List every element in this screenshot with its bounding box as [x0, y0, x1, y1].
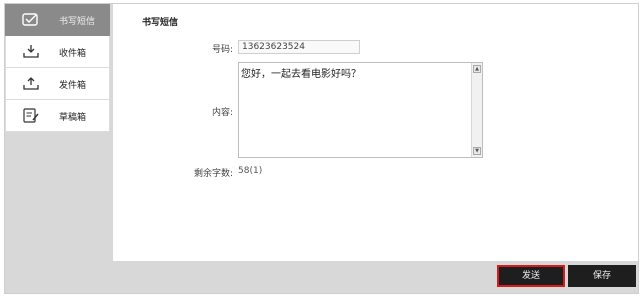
outbox-icon — [23, 77, 39, 90]
sidebar: 书写短信 收件箱 发件箱 草稿箱 — [5, 4, 110, 132]
inbox-icon — [23, 45, 39, 58]
page-title: 书写短信 — [142, 18, 179, 28]
sidebar-item-drafts[interactable]: 草稿箱 — [5, 100, 110, 132]
content-label: 内容: — [211, 108, 233, 118]
sidebar-item-label: 书写短信 — [59, 17, 96, 27]
remaining-label: 剩余字数: — [193, 169, 233, 179]
drafts-icon — [23, 108, 39, 123]
save-button[interactable]: 保存 — [568, 265, 636, 287]
sidebar-item-inbox[interactable]: 收件箱 — [5, 36, 110, 68]
scroll-up-icon[interactable]: ▲ — [473, 65, 481, 73]
sidebar-item-label: 草稿箱 — [59, 113, 87, 123]
sidebar-item-outbox[interactable]: 发件箱 — [5, 68, 110, 100]
scrollbar[interactable]: ▲ ▼ — [471, 63, 482, 157]
number-input[interactable]: 13623623524 — [238, 40, 360, 54]
content-textarea[interactable]: 您好，一起去看电影好吗？ ▲ ▼ — [238, 62, 483, 158]
content-text: 您好，一起去看电影好吗？ — [241, 69, 361, 80]
send-button[interactable]: 发送 — [497, 265, 565, 287]
sidebar-item-label: 收件箱 — [59, 49, 87, 59]
scroll-down-icon[interactable]: ▼ — [473, 147, 481, 155]
number-label: 号码: — [211, 45, 233, 55]
remaining-count: 58(1) — [238, 166, 263, 176]
sidebar-item-label: 发件箱 — [59, 81, 87, 91]
compose-panel: 书写短信 号码: 13623623524 内容: 您好，一起去看电影好吗？ ▲ … — [113, 4, 638, 261]
compose-icon — [22, 13, 38, 26]
sidebar-item-compose[interactable]: 书写短信 — [5, 4, 110, 36]
